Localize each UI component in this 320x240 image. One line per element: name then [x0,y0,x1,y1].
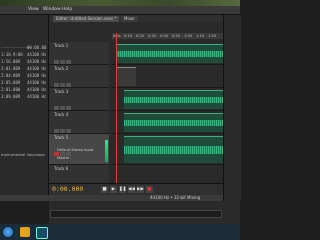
right-panel [223,15,241,201]
ruler-tick: 1:20 [208,34,217,38]
track-lane[interactable] [112,42,223,65]
level-meter-bar [50,210,222,218]
ruler-tick: 1:10 [196,34,205,38]
menu-view[interactable]: View [28,6,39,14]
audio-clip[interactable] [116,67,136,86]
os-taskbar [0,224,240,240]
browser-icon[interactable] [20,227,30,237]
ruler-tick: 0:40 [160,34,169,38]
tab-mixer[interactable]: Mixer [121,16,138,22]
ruler-tick: 0:20 [136,34,145,38]
file-row[interactable]: 2:04.009 44100 Hz [0,73,47,79]
waveform [124,146,223,154]
record-button[interactable]: ● [146,186,153,193]
menu-window[interactable]: Window [43,6,61,14]
menu-help[interactable]: Help [62,6,72,14]
track-header-selected[interactable]: Track 5 Default Stereo Input Master [49,134,109,165]
play-button[interactable]: ▶ [110,186,117,193]
track-name: Track 6 [54,166,69,171]
file-row[interactable]: 3:09.009 44100 Hz [0,94,47,100]
track-name: Track 2 [54,66,69,71]
ruler-tick: 0:10 [124,34,133,38]
stop-button[interactable]: ■ [101,186,108,193]
time-ruler[interactable]: hms 0:10 0:20 0:30 0:40 0:50 1:00 1:10 1… [112,33,223,39]
file-row[interactable]: 1:56.009 44100 Hz [0,59,47,65]
file-row[interactable]: ------------- 00:00.00 [0,45,47,51]
waveform [124,97,223,103]
tab-editor[interactable]: Editor: Untitled Session.sesx * [53,16,120,22]
track-header[interactable]: Track 3 [49,88,109,111]
waveform [124,120,223,126]
track-output[interactable]: Master [57,156,69,160]
tab-strip: Editor: Untitled Session.sesx * Mixer [49,15,223,22]
waveform [116,51,223,57]
audio-clip[interactable] [124,90,223,109]
playhead[interactable] [116,33,117,183]
track-header[interactable]: Track 4 [49,111,109,134]
track-buttons[interactable] [54,118,84,133]
track-lane[interactable] [112,65,223,88]
panel-caption: Instrumental Voicelane [1,152,45,157]
file-row[interactable]: 2:05.009 44100 Hz [0,80,47,86]
track-header[interactable]: Track 1 [49,42,109,65]
track-name: Track 3 [54,89,69,94]
audition-icon[interactable] [36,227,48,239]
start-icon[interactable] [3,227,13,237]
file-row[interactable]: 1:38.9:00 44100 Hz [0,52,47,58]
track-header[interactable]: Track 6 [49,165,109,184]
track-buttons[interactable] [54,141,84,156]
time-display: 0:00.000 [52,185,84,193]
track-buttons[interactable] [54,72,84,87]
level-meter [105,140,108,162]
track-lane[interactable] [112,88,223,111]
ruler-tick: 0:30 [148,34,157,38]
ruler-tick: 0:50 [172,34,181,38]
track-header[interactable]: Track 2 [49,65,109,88]
track-name: Track 1 [54,43,69,48]
file-row[interactable]: 2:01.000 44100 Hz [0,87,47,93]
track-name: Track 5 [54,135,69,140]
menu-bar: View Window Help [0,6,240,15]
track-lane[interactable] [112,134,223,165]
pause-button[interactable]: ❚❚ [119,186,127,193]
track-buttons[interactable] [54,95,84,110]
track-input[interactable]: Default Stereo Input [57,148,93,152]
track-buttons[interactable] [54,49,84,64]
file-row[interactable]: 2:01.009 44100 Hz [0,66,47,72]
rewind-button[interactable]: ◀◀ [128,186,135,193]
track-lane[interactable] [112,111,223,134]
files-panel: ------------- 00:00.00 1:38.9:00 44100 Hz … [0,15,49,195]
audio-clip[interactable] [124,113,223,132]
track-name: Track 4 [54,112,69,117]
audio-clip[interactable] [124,136,223,163]
track-lane[interactable] [112,165,223,184]
audio-clip[interactable] [116,44,223,63]
forward-button[interactable]: ▶▶ [137,186,144,193]
ruler-tick: 1:00 [184,34,193,38]
